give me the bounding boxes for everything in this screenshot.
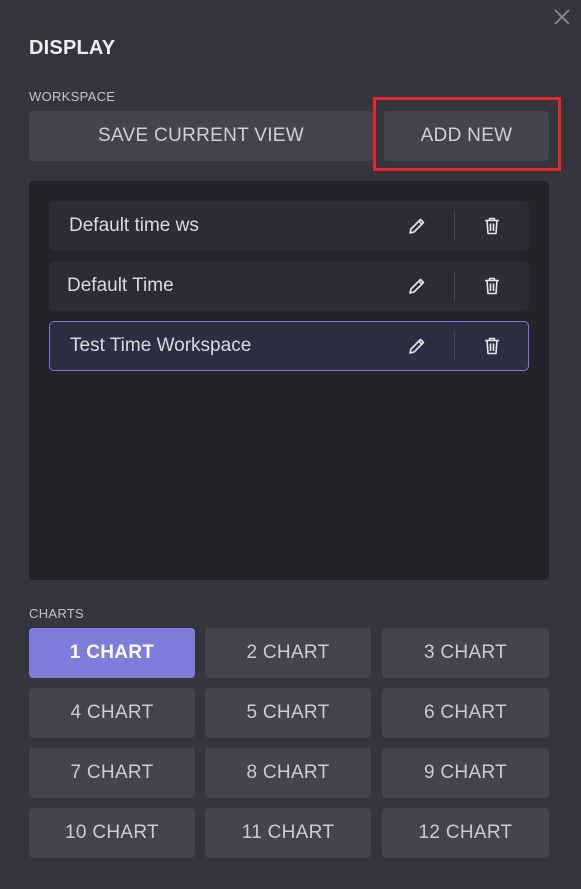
chart-option-5[interactable]: 5 CHART: [205, 688, 371, 738]
chart-option-12[interactable]: 12 CHART: [382, 808, 549, 858]
close-icon[interactable]: [552, 7, 572, 27]
chart-option-10[interactable]: 10 CHART: [29, 808, 195, 858]
workspace-item-name: Default time ws: [69, 215, 199, 236]
chart-option-1[interactable]: 1 CHART: [29, 628, 195, 678]
chart-option-11[interactable]: 11 CHART: [205, 808, 371, 858]
chart-option-4[interactable]: 4 CHART: [29, 688, 195, 738]
action-divider: [454, 271, 455, 301]
trash-icon[interactable]: [481, 275, 503, 297]
pencil-icon[interactable]: [406, 215, 428, 237]
action-divider: [454, 331, 455, 361]
charts-section-label: CHARTS: [29, 606, 85, 621]
workspace-item-selected[interactable]: Test Time Workspace: [49, 321, 529, 371]
pencil-icon[interactable]: [406, 335, 428, 357]
workspace-item[interactable]: Default time ws: [49, 201, 529, 251]
chart-option-6[interactable]: 6 CHART: [382, 688, 549, 738]
workspace-item[interactable]: Default Time: [49, 261, 529, 311]
chart-option-8[interactable]: 8 CHART: [205, 748, 371, 798]
save-current-view-button[interactable]: SAVE CURRENT VIEW: [29, 111, 373, 161]
chart-option-9[interactable]: 9 CHART: [382, 748, 549, 798]
workspace-item-name: Default Time: [67, 275, 174, 296]
pencil-icon[interactable]: [406, 275, 428, 297]
add-new-button[interactable]: ADD NEW: [384, 111, 549, 161]
chart-option-2[interactable]: 2 CHART: [205, 628, 371, 678]
chart-option-3[interactable]: 3 CHART: [382, 628, 549, 678]
dialog-title: DISPLAY: [29, 37, 116, 59]
workspace-section-label: WORKSPACE: [29, 89, 116, 104]
trash-icon[interactable]: [481, 335, 503, 357]
trash-icon[interactable]: [481, 215, 503, 237]
workspace-item-name: Test Time Workspace: [70, 335, 252, 356]
chart-option-7[interactable]: 7 CHART: [29, 748, 195, 798]
workspace-list: Default time ws Default Time Test Time W…: [29, 181, 549, 580]
action-divider: [454, 211, 455, 241]
